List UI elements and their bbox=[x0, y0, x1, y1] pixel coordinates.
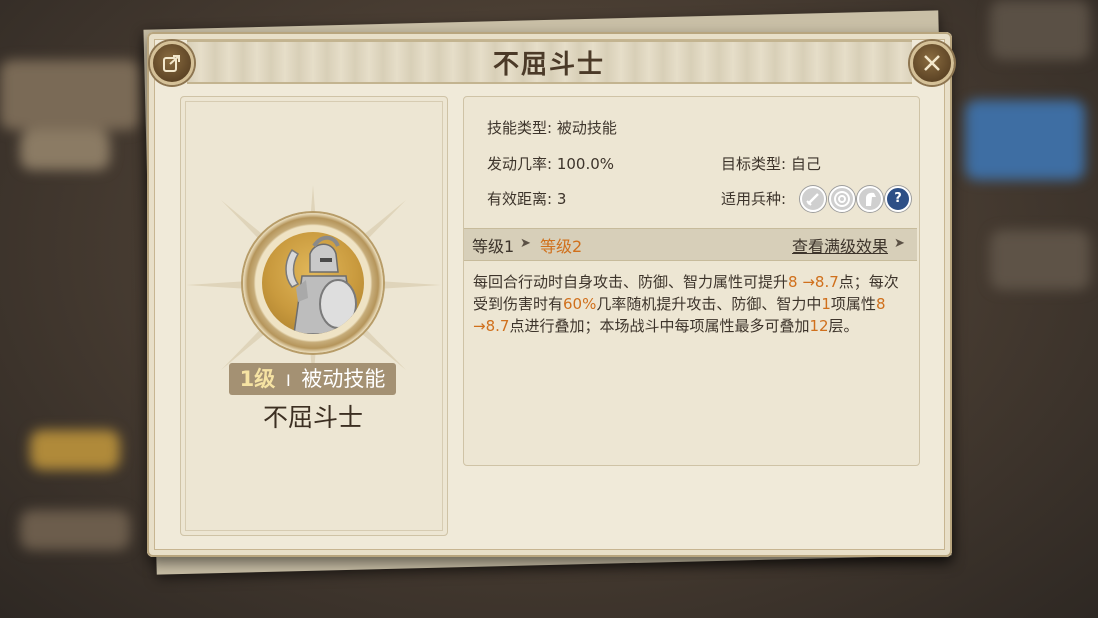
share-icon bbox=[163, 55, 180, 72]
archer-target-icon[interactable] bbox=[829, 186, 855, 212]
share-button[interactable] bbox=[150, 41, 194, 85]
target-glyph bbox=[834, 191, 850, 207]
level-2-tab[interactable]: 等级2 bbox=[540, 233, 582, 257]
desc-text-1: 每回合行动时自身攻击、防御、智力属性可提升 bbox=[473, 273, 789, 291]
desc-value-1: 8 →8.7 bbox=[788, 273, 839, 291]
desc-value-5: 12 bbox=[809, 317, 829, 335]
trigger-rate-row: 发动几率: 100.0% bbox=[487, 153, 614, 174]
desc-text-4: 项属性 bbox=[830, 295, 876, 313]
skill-level: 1级 bbox=[239, 367, 276, 391]
desc-value-2: 60% bbox=[563, 295, 597, 313]
badge-separator: I bbox=[285, 371, 291, 390]
close-icon bbox=[924, 55, 940, 71]
sword-glyph bbox=[806, 193, 819, 206]
level-arrow-icon: ➤ bbox=[520, 236, 531, 251]
target-type-value: 自己 bbox=[790, 155, 821, 173]
range-value: 3 bbox=[556, 190, 567, 208]
desc-value-3: 1 bbox=[821, 295, 831, 313]
desc-text-5: 点进行叠加；本场战斗中每项属性最多可叠加 bbox=[509, 317, 810, 335]
range-row: 有效距离: 3 bbox=[487, 188, 566, 209]
help-glyph: ? bbox=[894, 191, 902, 206]
skill-type-row: 技能类型: 被动技能 bbox=[487, 117, 617, 138]
horse-glyph bbox=[866, 192, 876, 206]
range-label: 有效距离: bbox=[487, 190, 553, 208]
desc-text-3: 几率随机提升攻击、防御、智力中 bbox=[596, 295, 822, 313]
infantry-sword-icon[interactable] bbox=[800, 186, 826, 212]
close-button[interactable] bbox=[910, 41, 954, 85]
skill-description: 每回合行动时自身攻击、防御、智力属性可提升8 →8.7点；每次受到伤害时有60%… bbox=[473, 271, 913, 337]
target-type-label: 目标类型: bbox=[721, 155, 787, 173]
target-type-row: 目标类型: 自己 bbox=[721, 153, 821, 174]
level-1-tab[interactable]: 等级1 bbox=[472, 233, 514, 257]
skill-type-badge: 被动技能 bbox=[301, 367, 386, 391]
unit-types-label: 适用兵种: bbox=[721, 190, 787, 208]
help-icon[interactable]: ? bbox=[885, 186, 911, 212]
skill-type-value: 被动技能 bbox=[556, 119, 617, 137]
spartan-warrior-icon bbox=[262, 232, 364, 334]
skill-level-badge: 1级 I 被动技能 bbox=[229, 363, 396, 395]
trigger-rate-value: 100.0% bbox=[556, 155, 615, 173]
view-max-level-link[interactable]: 查看满级效果 bbox=[792, 233, 888, 257]
skill-type-label: 技能类型: bbox=[487, 119, 553, 137]
desc-text-6: 层。 bbox=[828, 317, 859, 335]
cavalry-horse-icon[interactable] bbox=[857, 186, 883, 212]
trigger-rate-label: 发动几率: bbox=[487, 155, 553, 173]
skill-name: 不屈斗士 bbox=[262, 403, 363, 432]
link-arrow-icon: ➤ bbox=[894, 236, 905, 251]
